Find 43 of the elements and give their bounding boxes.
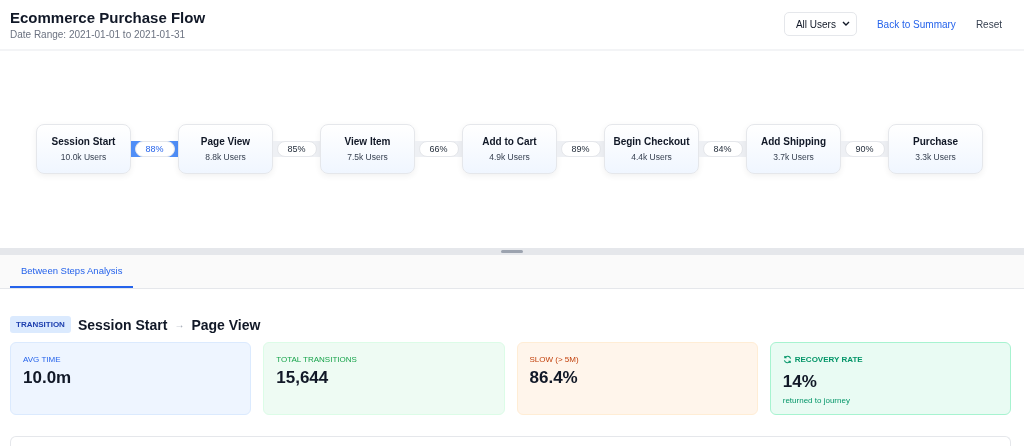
step-name: Session Start <box>51 136 116 148</box>
step-name: Add to Cart <box>482 136 537 148</box>
segment-dropdown[interactable]: All Users <box>783 12 857 36</box>
funnel-step[interactable]: View Item 7.5k Users <box>320 124 415 175</box>
stat-note: returned to journey <box>782 396 851 406</box>
step-users: 7.5k Users <box>347 152 388 163</box>
page-title: Ecommerce Purchase Flow <box>10 9 206 26</box>
step-users: 8.8k Users <box>205 152 246 163</box>
date-range: Date Range: 2021-01-01 to 2021-01-31 <box>10 29 187 40</box>
refresh-icon <box>782 355 792 365</box>
step-users: 3.7k Users <box>773 152 814 163</box>
step-name: Page View <box>200 136 251 148</box>
funnel-step[interactable]: Begin Checkout 4.4k Users <box>604 124 699 175</box>
stat-label: SLOW (> 5M) <box>529 355 579 365</box>
transition-badge: TRANSITION <box>10 316 71 334</box>
from-step: Session Start <box>77 317 168 333</box>
reset-button[interactable]: Reset <box>975 18 1002 30</box>
stat-value: 15,644 <box>276 368 330 389</box>
step-users: 4.4k Users <box>631 152 672 163</box>
step-users: 3.3k Users <box>915 152 956 163</box>
funnel-step[interactable]: Purchase 3.3k Users <box>888 124 983 175</box>
to-step: Page View <box>191 317 261 333</box>
step-name: Begin Checkout <box>613 136 690 148</box>
step-name: Add Shipping <box>761 136 826 148</box>
step-users: 4.9k Users <box>489 152 530 163</box>
stat-value: 10.0m <box>23 368 73 389</box>
stat-label: RECOVERY RATE <box>794 355 863 365</box>
resize-handle[interactable] <box>501 250 523 253</box>
back-link[interactable]: Back to Summary <box>876 18 956 30</box>
step-name: View Item <box>344 136 391 148</box>
step-users: 10.0k Users <box>60 152 107 163</box>
chevron-down-icon <box>841 21 850 27</box>
funnel-step[interactable]: Page View 8.8k Users <box>178 124 273 175</box>
funnel-step[interactable]: Add Shipping 3.7k Users <box>746 124 841 175</box>
stat-label: AVG TIME <box>23 355 61 365</box>
step-name: Purchase <box>913 136 958 148</box>
tab[interactable]: Between Steps Analysis <box>10 255 134 288</box>
funnel-step[interactable]: Add to Cart 4.9k Users <box>462 124 557 175</box>
stat-label: TOTAL TRANSITIONS <box>276 355 357 365</box>
stat-value: 86.4% <box>529 368 579 389</box>
stat-value: 14% <box>782 372 818 393</box>
arrow-text: → <box>174 319 185 331</box>
funnel-step[interactable]: Session Start 10.0k Users <box>36 124 131 175</box>
